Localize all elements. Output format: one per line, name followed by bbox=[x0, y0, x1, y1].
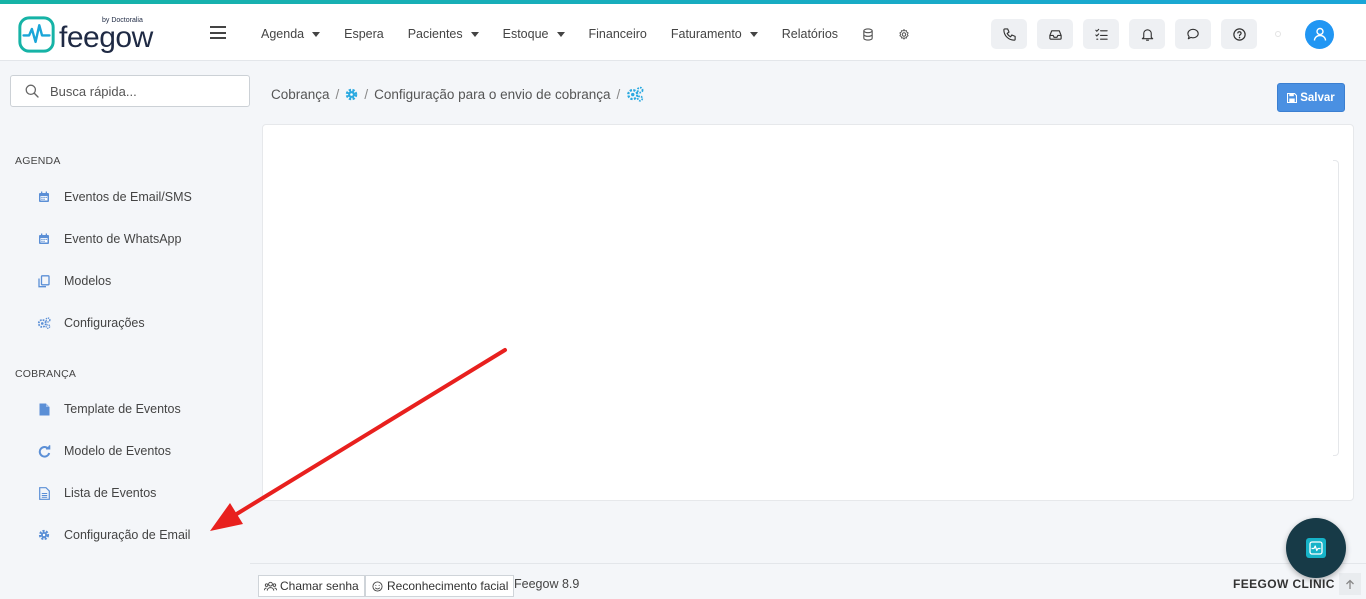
logo-mark-icon bbox=[18, 16, 55, 53]
sidebar-item-label: Configurações bbox=[64, 316, 145, 330]
save-label: Salvar bbox=[1300, 91, 1335, 104]
sidebar: AGENDA Eventos de Email/SMS Evento de Wh… bbox=[0, 61, 262, 599]
sidebar-item-label: Modelos bbox=[64, 274, 112, 288]
copy-icon bbox=[37, 274, 51, 288]
breadcrumb-separator: / bbox=[616, 86, 621, 102]
section-title-agenda: AGENDA bbox=[15, 155, 61, 167]
sidebar-item-configuracoes[interactable]: Configurações bbox=[37, 316, 145, 330]
sidebar-item-modelo-eventos[interactable]: Modelo de Eventos bbox=[37, 444, 171, 458]
caret-down-icon bbox=[470, 31, 479, 37]
search-input[interactable] bbox=[50, 83, 230, 99]
refresh-icon bbox=[37, 444, 51, 458]
file-icon bbox=[37, 402, 51, 416]
menu-pacientes[interactable]: Pacientes bbox=[408, 27, 479, 41]
menu-estoque[interactable]: Estoque bbox=[503, 27, 565, 41]
menu-label: Financeiro bbox=[588, 27, 647, 41]
gear-icon bbox=[37, 528, 51, 542]
assistant-icon bbox=[1306, 538, 1326, 558]
section-title-cobranca: COBRANÇA bbox=[15, 368, 77, 380]
content-panel bbox=[262, 124, 1354, 501]
chat-icon bbox=[1186, 28, 1199, 39]
phone-icon bbox=[1002, 27, 1016, 41]
checklist-icon bbox=[1094, 28, 1108, 40]
phone-button[interactable] bbox=[991, 19, 1027, 49]
sidebar-item-lista-eventos[interactable]: Lista de Eventos bbox=[37, 486, 156, 500]
menu-relatorios[interactable]: Relatórios bbox=[782, 27, 838, 41]
floating-assistant-button[interactable] bbox=[1286, 518, 1346, 578]
inbox-button[interactable] bbox=[1037, 19, 1073, 49]
hamburger-menu-icon[interactable] bbox=[210, 26, 226, 39]
menu-agenda[interactable]: Agenda bbox=[261, 27, 321, 41]
breadcrumb-separator: / bbox=[335, 86, 340, 102]
quick-search[interactable] bbox=[10, 75, 250, 107]
sidebar-item-template-eventos[interactable]: Template de Eventos bbox=[37, 402, 181, 416]
call-ticket-button[interactable]: Chamar senha bbox=[258, 575, 365, 597]
sidebar-item-label: Template de Eventos bbox=[64, 402, 181, 416]
logo-text: feegow bbox=[59, 21, 153, 54]
menu-label: Estoque bbox=[502, 27, 549, 41]
checklist-button[interactable] bbox=[1083, 19, 1119, 49]
inbox-icon bbox=[1048, 29, 1062, 40]
feegow-logo[interactable]: feegow by Doctoralia bbox=[18, 16, 153, 53]
smile-icon bbox=[372, 580, 383, 592]
status-dot bbox=[1275, 31, 1281, 37]
menu-faturamento[interactable]: Faturamento bbox=[671, 27, 758, 41]
database-icon[interactable] bbox=[862, 27, 874, 41]
arrow-up-icon bbox=[1346, 579, 1354, 589]
menu-label: Relatórios bbox=[781, 27, 839, 41]
scroll-top-button[interactable] bbox=[1339, 573, 1361, 595]
search-icon bbox=[25, 84, 39, 98]
embedded-frame-edge bbox=[1333, 160, 1339, 456]
menu-espera[interactable]: Espera bbox=[344, 27, 384, 41]
logo-byline: by Doctoralia bbox=[102, 17, 143, 24]
sidebar-item-eventos-email-sms[interactable]: Eventos de Email/SMS bbox=[37, 190, 192, 204]
user-icon bbox=[1313, 27, 1326, 41]
sidebar-item-modelos[interactable]: Modelos bbox=[37, 274, 111, 288]
gear-icon[interactable] bbox=[345, 88, 358, 101]
save-button[interactable]: Salvar bbox=[1277, 83, 1345, 112]
menu-label: Faturamento bbox=[670, 27, 742, 41]
calendar-icon bbox=[37, 190, 51, 204]
toolbar-buttons bbox=[991, 19, 1334, 49]
gears-icon bbox=[37, 316, 51, 330]
top-navbar: feegow by Doctoralia Agenda Espera Pacie… bbox=[0, 4, 1366, 61]
bell-icon bbox=[1141, 28, 1153, 41]
menu-label: Pacientes bbox=[407, 27, 463, 41]
caret-down-icon bbox=[556, 31, 565, 37]
sidebar-item-label: Evento de WhatsApp bbox=[64, 232, 182, 246]
footer-brand: FEEGOW CLINIC bbox=[1233, 577, 1335, 591]
breadcrumb-root[interactable]: Cobrança bbox=[271, 87, 330, 102]
sidebar-item-configuracao-email[interactable]: Configuração de Email bbox=[37, 528, 190, 542]
chat-button[interactable] bbox=[1175, 19, 1211, 49]
sidebar-item-label: Modelo de Eventos bbox=[64, 444, 172, 458]
breadcrumb-separator: / bbox=[364, 86, 369, 102]
breadcrumb: Cobrança / / Configuração para o envio d… bbox=[271, 86, 644, 102]
main-menu: Agenda Espera Pacientes Estoque Financei… bbox=[261, 27, 934, 41]
save-icon bbox=[1287, 92, 1298, 103]
footer: Chamar senha Reconhecimento facial Feego… bbox=[250, 563, 1366, 599]
facial-recognition-label: Reconhecimento facial bbox=[387, 579, 509, 593]
notifications-button[interactable] bbox=[1129, 19, 1165, 49]
call-ticket-label: Chamar senha bbox=[280, 579, 359, 593]
sidebar-item-label: Lista de Eventos bbox=[64, 486, 157, 500]
gears-icon bbox=[627, 86, 644, 102]
facial-recognition-button[interactable]: Reconhecimento facial bbox=[365, 575, 515, 597]
breadcrumb-page: Configuração para o envio de cobrança bbox=[374, 86, 611, 102]
menu-label: Espera bbox=[344, 27, 384, 41]
sidebar-item-evento-whatsapp[interactable]: Evento de WhatsApp bbox=[37, 232, 181, 246]
file-list-icon bbox=[37, 486, 51, 500]
menu-label: Agenda bbox=[261, 27, 305, 41]
sidebar-item-label: Configuração de Email bbox=[64, 528, 191, 542]
menu-financeiro[interactable]: Financeiro bbox=[589, 27, 647, 41]
sidebar-item-label: Eventos de Email/SMS bbox=[64, 190, 192, 204]
user-avatar[interactable] bbox=[1305, 19, 1334, 49]
gear-icon[interactable] bbox=[898, 28, 910, 41]
caret-down-icon bbox=[312, 31, 321, 37]
help-icon bbox=[1232, 27, 1246, 41]
caret-down-icon bbox=[749, 31, 758, 37]
users-icon bbox=[264, 581, 277, 591]
calendar-icon bbox=[37, 232, 51, 246]
version-text: Feegow 8.9 bbox=[514, 577, 580, 591]
help-button[interactable] bbox=[1221, 19, 1257, 49]
